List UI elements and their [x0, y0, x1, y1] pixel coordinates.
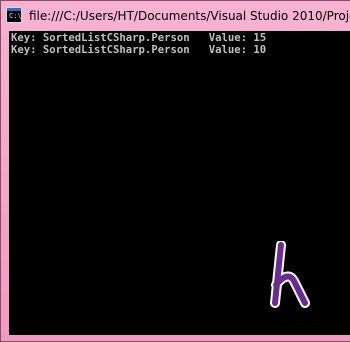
console-app-icon[interactable]: C:\: [6, 7, 22, 23]
h-logo-icon: [270, 241, 310, 308]
console-line: Key: SortedListCSharp.Person Value: 10: [11, 44, 267, 56]
window-title: file:///C:/Users/HT/Documents/Visual Stu…: [29, 9, 350, 23]
console-output-area[interactable]: Key: SortedListCSharp.Person Value: 15 K…: [9, 31, 350, 335]
console-window: C:\ file:///C:/Users/HT/Documents/Visual…: [0, 0, 350, 342]
title-bar[interactable]: C:\ file:///C:/Users/HT/Documents/Visual…: [1, 1, 350, 31]
